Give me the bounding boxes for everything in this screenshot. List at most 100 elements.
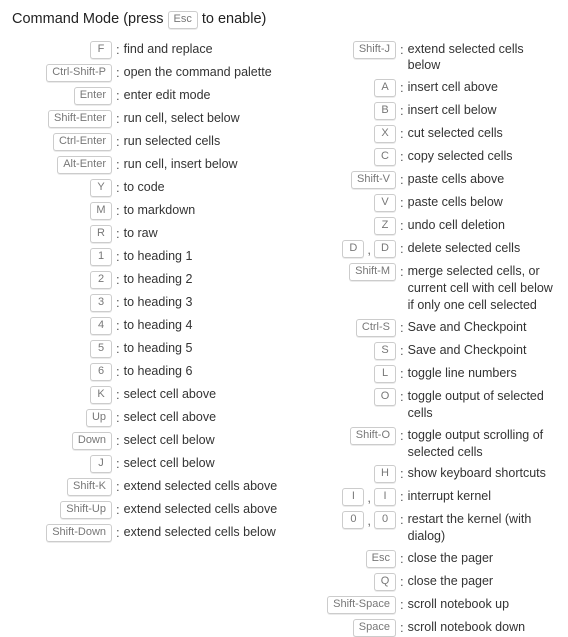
- shortcut-description: paste cells above: [408, 170, 554, 188]
- shortcut-row: 0,0:restart the kernel (with dialog): [294, 510, 554, 545]
- shortcut-keys: O: [294, 387, 396, 406]
- shortcut-description: close the pager: [408, 572, 554, 590]
- shortcut-description: extend selected cells below: [124, 523, 280, 541]
- shortcut-keys: Ctrl-Enter: [10, 132, 112, 151]
- shortcut-description: run selected cells: [124, 132, 280, 150]
- shortcut-column-left: F:find and replaceCtrl-Shift-P:open the …: [10, 40, 280, 637]
- shortcut-description: scroll notebook down: [408, 618, 554, 636]
- shortcut-description: toggle line numbers: [408, 364, 554, 382]
- shortcut-keys: Shift-Enter: [10, 109, 112, 128]
- colon-separator: :: [400, 78, 404, 97]
- colon-separator: :: [116, 109, 120, 128]
- shortcut-keys: K: [10, 385, 112, 404]
- colon-separator: :: [400, 318, 404, 337]
- colon-separator: :: [400, 510, 404, 529]
- kbd-key: C: [374, 148, 396, 166]
- kbd-key: I: [342, 488, 364, 506]
- shortcut-description: delete selected cells: [408, 239, 554, 257]
- shortcut-keys: A: [294, 78, 396, 97]
- shortcut-keys: Esc: [294, 549, 396, 568]
- shortcut-keys: Ctrl-S: [294, 318, 396, 337]
- shortcut-keys: Shift-J: [294, 40, 396, 59]
- shortcut-keys: L: [294, 364, 396, 383]
- colon-separator: :: [116, 339, 120, 358]
- colon-separator: :: [116, 270, 120, 289]
- shortcut-keys: 2: [10, 270, 112, 289]
- shortcut-description: to heading 1: [124, 247, 280, 265]
- kbd-key: M: [90, 202, 112, 220]
- shortcut-description: cut selected cells: [408, 124, 554, 142]
- kbd-key: Shift-Up: [60, 501, 112, 519]
- colon-separator: :: [116, 40, 120, 59]
- kbd-key: Ctrl-Enter: [53, 133, 112, 151]
- kbd-key: A: [374, 79, 396, 97]
- kbd-key: 1: [90, 248, 112, 266]
- kbd-key: Alt-Enter: [57, 156, 112, 174]
- shortcut-keys: Shift-V: [294, 170, 396, 189]
- shortcut-description: toggle output of selected cells: [408, 387, 554, 422]
- shortcut-row: 5:to heading 5: [10, 339, 280, 358]
- shortcut-row: Shift-Down:extend selected cells below: [10, 523, 280, 542]
- shortcut-keys: B: [294, 101, 396, 120]
- shortcut-description: extend selected cells above: [124, 477, 280, 495]
- colon-separator: :: [400, 364, 404, 383]
- shortcut-columns: F:find and replaceCtrl-Shift-P:open the …: [10, 40, 554, 637]
- colon-separator: :: [400, 216, 404, 235]
- colon-separator: :: [400, 595, 404, 614]
- shortcut-description: extend selected cells above: [124, 500, 280, 518]
- shortcut-keys: Shift-M: [294, 262, 396, 281]
- shortcut-row: V:paste cells below: [294, 193, 554, 212]
- colon-separator: :: [400, 387, 404, 406]
- shortcut-keys: Shift-Up: [10, 500, 112, 519]
- shortcut-description: select cell below: [124, 431, 280, 449]
- shortcut-description: Save and Checkpoint: [408, 341, 554, 359]
- kbd-key: X: [374, 125, 396, 143]
- shortcut-keys: Shift-K: [10, 477, 112, 496]
- shortcut-keys: 4: [10, 316, 112, 335]
- colon-separator: :: [116, 316, 120, 335]
- shortcut-row: X:cut selected cells: [294, 124, 554, 143]
- shortcut-row: A:insert cell above: [294, 78, 554, 97]
- kbd-key: Shift-M: [349, 263, 396, 281]
- shortcut-row: Shift-J:extend selected cells below: [294, 40, 554, 75]
- shortcut-description: select cell above: [124, 408, 280, 426]
- shortcut-row: Ctrl-S:Save and Checkpoint: [294, 318, 554, 337]
- kbd-key: Enter: [74, 87, 112, 105]
- shortcut-keys: Shift-Space: [294, 595, 396, 614]
- shortcut-description: insert cell above: [408, 78, 554, 96]
- colon-separator: :: [116, 454, 120, 473]
- shortcut-description: select cell above: [124, 385, 280, 403]
- shortcut-keys: I,I: [294, 487, 396, 506]
- shortcut-row: 4:to heading 4: [10, 316, 280, 335]
- shortcut-row: Space:scroll notebook down: [294, 618, 554, 637]
- shortcut-row: K:select cell above: [10, 385, 280, 404]
- colon-separator: :: [116, 201, 120, 220]
- kbd-key: 4: [90, 317, 112, 335]
- colon-separator: :: [116, 477, 120, 496]
- kbd-key: Shift-Down: [46, 524, 112, 542]
- shortcut-row: 1:to heading 1: [10, 247, 280, 266]
- shortcut-row: Shift-Enter:run cell, select below: [10, 109, 280, 128]
- shortcut-row: C:copy selected cells: [294, 147, 554, 166]
- colon-separator: :: [400, 147, 404, 166]
- colon-separator: :: [400, 464, 404, 483]
- page-title: Command Mode (press Esc to enable): [12, 10, 554, 30]
- kbd-key: Shift-Space: [327, 596, 396, 614]
- shortcut-description: to code: [124, 178, 280, 196]
- kbd-key: Q: [374, 573, 396, 591]
- kbd-key: Shift-K: [67, 478, 112, 496]
- colon-separator: :: [400, 618, 404, 637]
- shortcut-keys: R: [10, 224, 112, 243]
- colon-separator: :: [116, 247, 120, 266]
- shortcut-row: Ctrl-Enter:run selected cells: [10, 132, 280, 151]
- kbd-key: Ctrl-S: [356, 319, 396, 337]
- shortcut-description: Save and Checkpoint: [408, 318, 554, 336]
- shortcut-row: Esc:close the pager: [294, 549, 554, 568]
- shortcut-row: H:show keyboard shortcuts: [294, 464, 554, 483]
- title-after: to enable): [202, 10, 267, 30]
- shortcut-description: to heading 5: [124, 339, 280, 357]
- shortcut-keys: Y: [10, 178, 112, 197]
- shortcut-description: copy selected cells: [408, 147, 554, 165]
- kbd-key: L: [374, 365, 396, 383]
- shortcut-description: select cell below: [124, 454, 280, 472]
